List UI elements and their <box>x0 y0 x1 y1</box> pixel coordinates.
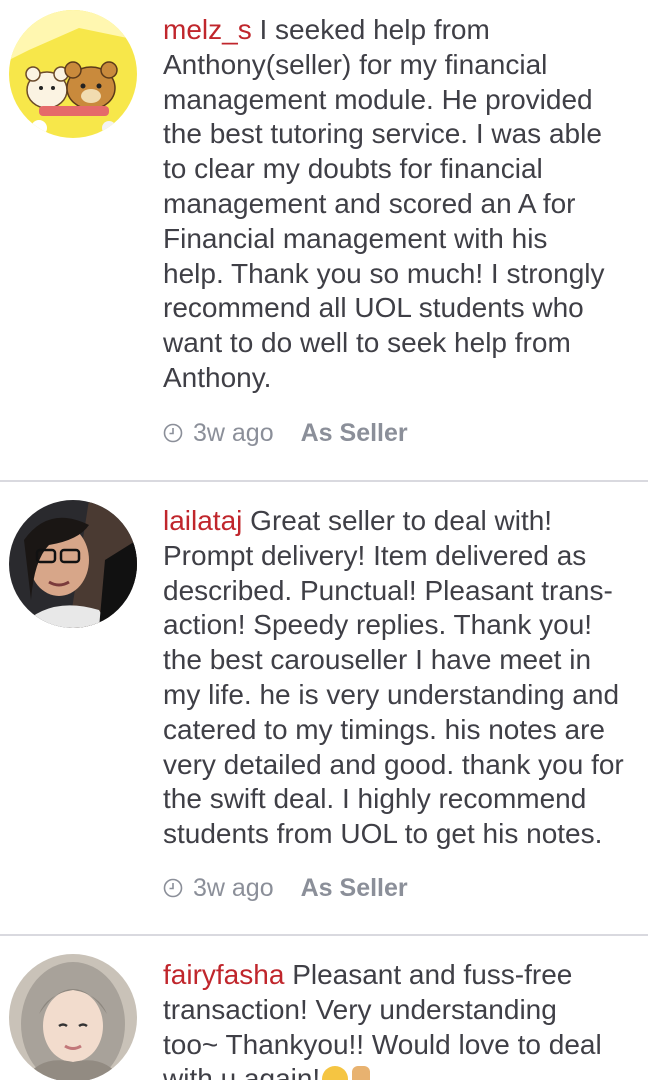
review-text: melz_s I seeked help from Anthony(seller… <box>163 14 605 393</box>
review-time: 3w ago <box>193 419 274 447</box>
review-item: lailataj Great seller to deal with! Prom… <box>0 482 648 934</box>
role-badge: As Seller <box>300 874 408 902</box>
username-link[interactable]: melz_s <box>163 14 252 45</box>
review-item: fairyfasha Pleasant and fuss-free transa… <box>0 936 648 1080</box>
username-link[interactable]: fairyfasha <box>163 959 284 990</box>
review-text: lailataj Great seller to deal with! Prom… <box>163 505 624 850</box>
username-link[interactable]: lailataj <box>163 505 242 536</box>
avatar[interactable] <box>9 954 137 1080</box>
review-meta: 3w ago As Seller <box>163 418 408 448</box>
avatar[interactable] <box>9 10 137 138</box>
review-item: melz_s I seeked help from Anthony(seller… <box>0 0 648 480</box>
thumbs-up-emoji-icon <box>352 1066 371 1080</box>
bear-avatar-icon <box>9 10 137 138</box>
user-photo-avatar <box>9 954 137 1080</box>
clock-icon <box>163 878 183 898</box>
user-photo-avatar <box>9 500 137 628</box>
clock-icon <box>163 423 183 443</box>
smile-emoji-icon <box>322 1066 349 1080</box>
avatar[interactable] <box>9 500 137 628</box>
role-badge: As Seller <box>300 419 408 447</box>
review-meta: 3w ago As Seller <box>163 873 408 903</box>
review-text: fairyfasha Pleasant and fuss-free transa… <box>163 958 648 1080</box>
review-time: 3w ago <box>193 874 274 902</box>
